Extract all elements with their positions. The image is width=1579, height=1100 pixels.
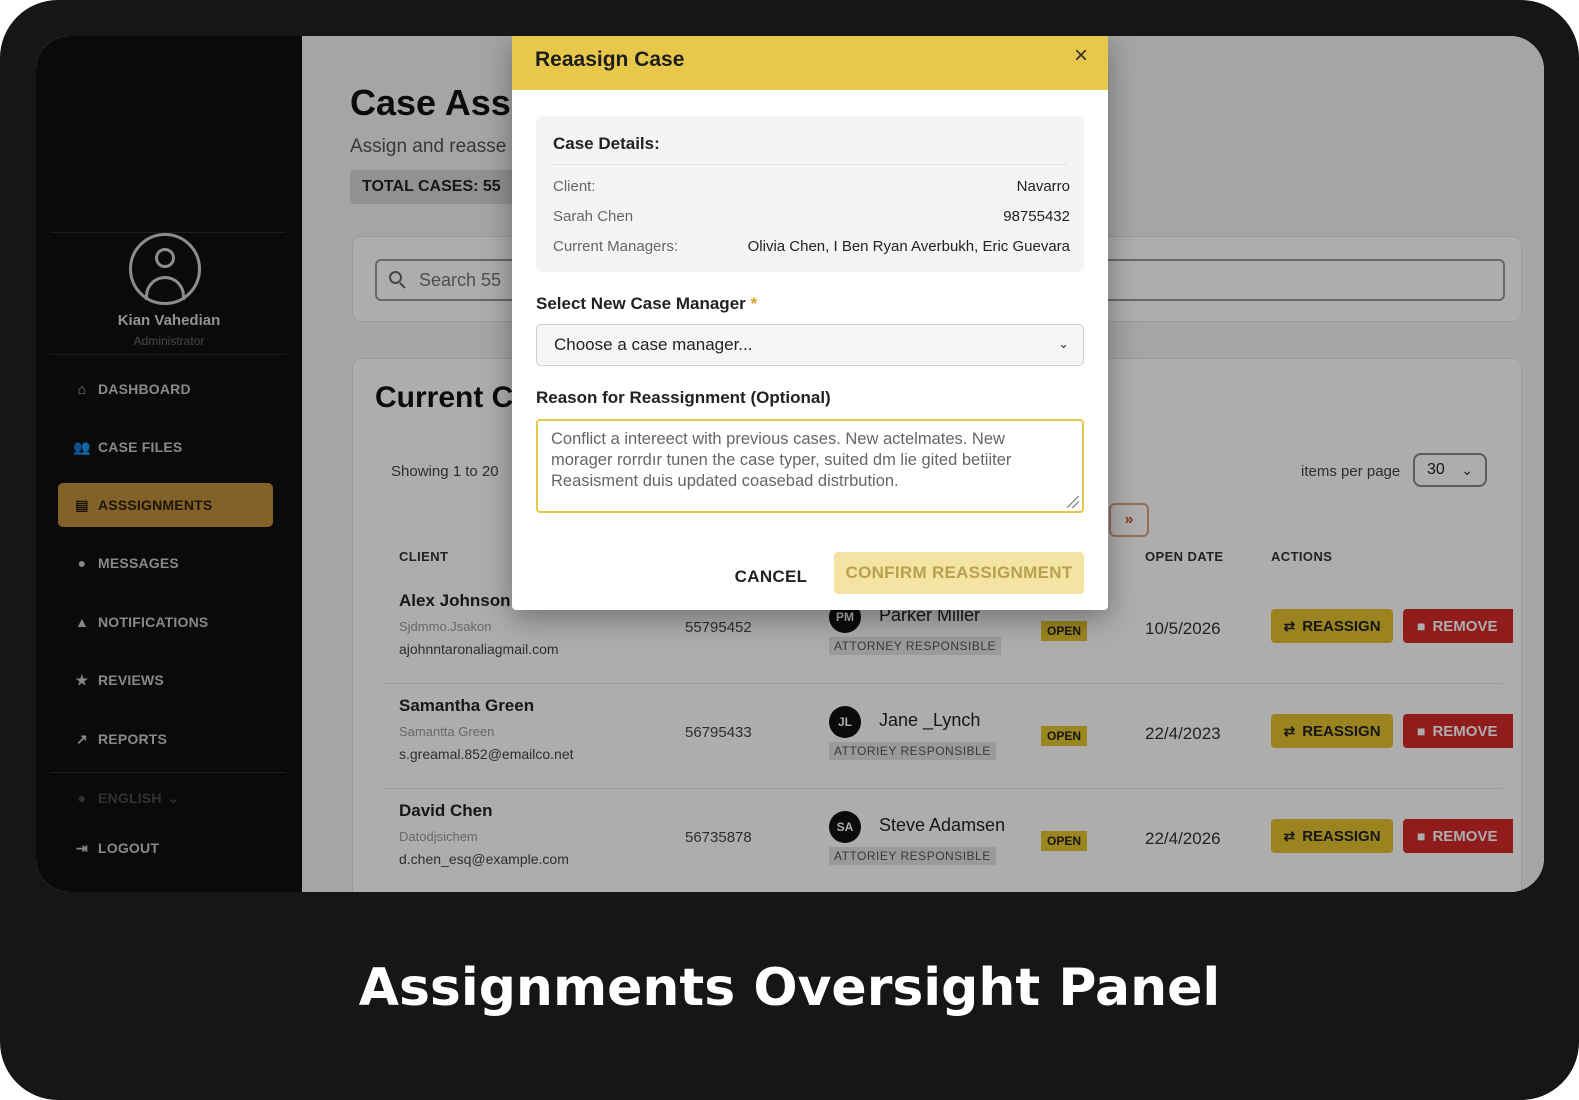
caption-title: Assignments Oversight Panel	[358, 958, 1221, 1018]
detail-label: Sarah Chen	[553, 208, 634, 225]
detail-value: Olivia Chen, I Ben Ryan Averbukh, Eric G…	[747, 238, 1070, 255]
reason-label: Reason for Reassignment (Optional)	[536, 388, 831, 407]
confirm-reassignment-button[interactable]: CONFIRM REASSIGNMENT	[834, 552, 1084, 594]
device-frame: Kian Vahedian Administrator ⌂ DASHBOARD …	[0, 0, 1579, 1100]
case-manager-select-value: Choose a case manager...	[554, 335, 753, 354]
reason-text: Conflict a intereect with previous cases…	[551, 430, 1012, 490]
detail-label: Client:	[553, 178, 596, 195]
modal-title: Reaasign Case	[535, 48, 685, 71]
app-screen: Kian Vahedian Administrator ⌂ DASHBOARD …	[36, 36, 1544, 892]
select-manager-label-text: Select New Case Manager	[536, 294, 746, 313]
case-manager-select[interactable]: Choose a case manager... ⌄	[536, 324, 1084, 366]
reason-textarea[interactable]: Conflict a intereect with previous cases…	[536, 419, 1084, 513]
case-details-panel: Case Details: Client: Navarro Sarah Chen…	[536, 116, 1084, 272]
chevron-down-icon: ⌄	[1058, 336, 1069, 351]
resize-handle-icon[interactable]	[1067, 496, 1079, 508]
details-divider	[553, 164, 1067, 165]
detail-value: Navarro	[1016, 178, 1070, 195]
required-mark: *	[750, 294, 758, 313]
detail-label: Current Managers:	[553, 238, 679, 255]
reassign-modal: Reaasign Case × Case Details: Client: Na…	[512, 36, 1108, 610]
case-details-title: Case Details:	[553, 134, 660, 153]
select-manager-label: Select New Case Manager *	[536, 294, 757, 314]
close-icon[interactable]: ×	[1074, 42, 1088, 70]
modal-header: Reaasign Case ×	[512, 36, 1108, 90]
cancel-button[interactable]: CANCEL	[726, 560, 816, 594]
detail-value: 98755432	[1003, 208, 1070, 225]
